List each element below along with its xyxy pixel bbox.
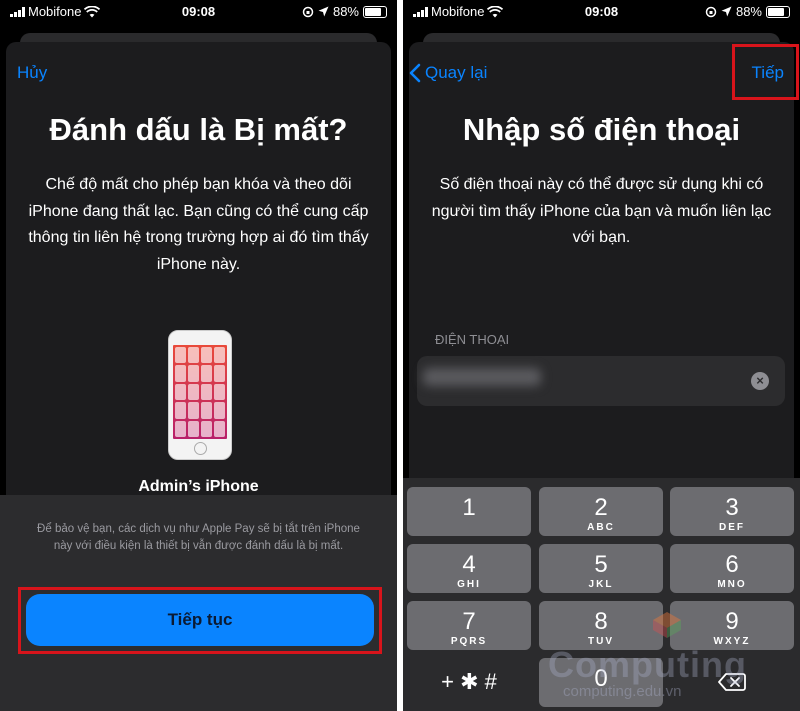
iphone-screen xyxy=(173,345,227,439)
battery-percent: 88% xyxy=(332,4,359,19)
continue-highlight xyxy=(18,587,382,654)
status-right: 88% xyxy=(302,4,387,19)
key-symbols[interactable]: + ✱ # xyxy=(407,658,531,707)
page-title: Nhập số điện thoại xyxy=(462,112,741,147)
key-3[interactable]: 3 DEF xyxy=(670,487,794,536)
description: Số điện thoại này có thể được sử dụng kh… xyxy=(431,176,772,246)
home-button xyxy=(194,442,207,455)
key-6[interactable]: 6 MNO xyxy=(670,544,794,593)
clear-icon[interactable]: × xyxy=(751,372,769,390)
phone-field-label: ĐIỆN THOẠI xyxy=(435,332,510,347)
device-name: Admin’s iPhone xyxy=(138,478,259,495)
key-8[interactable]: 8 TUV xyxy=(539,601,663,650)
status-bar: Mobifone 09:08 88% xyxy=(403,0,800,24)
battery-icon xyxy=(363,5,387,18)
battery-percent: 88% xyxy=(735,4,762,19)
battery-icon xyxy=(766,5,790,18)
rotation-lock-icon xyxy=(705,6,717,17)
back-label: Quay lại xyxy=(425,63,488,82)
location-icon xyxy=(721,6,732,17)
iphone-image xyxy=(168,330,232,460)
key-5[interactable]: 5 JKL xyxy=(539,544,663,593)
watermark-brand: Computing xyxy=(548,644,747,685)
watermark-logo xyxy=(653,612,681,638)
key-2[interactable]: 2 ABC xyxy=(539,487,663,536)
cancel-button[interactable]: Hủy xyxy=(17,63,47,83)
page-title: Đánh dấu là Bị mất? xyxy=(49,112,348,147)
phone-number-screen: Mobifone 09:08 88% Quay lại Tiếp Nhập số… xyxy=(403,0,800,711)
status-right: 88% xyxy=(705,4,790,19)
back-chevron-icon xyxy=(409,63,421,83)
lost-mode-screen: Mobifone 09:08 88% Hủy Đánh dấu là Bị mấ… xyxy=(0,0,397,711)
footnote: Để bảo vệ bạn, các dịch vụ như Apple Pay… xyxy=(37,523,360,552)
location-icon xyxy=(318,6,329,17)
watermark-site: computing.edu.vn xyxy=(563,683,682,700)
next-highlight xyxy=(732,44,799,100)
status-bar: Mobifone 09:08 88% xyxy=(0,0,397,24)
key-4[interactable]: 4 GHI xyxy=(407,544,531,593)
key-1[interactable]: 1 xyxy=(407,487,531,536)
blurred-phone-number xyxy=(423,368,541,386)
phone-input[interactable]: × xyxy=(417,356,785,406)
key-7[interactable]: 7 PQRS xyxy=(407,601,531,650)
key-9[interactable]: 9 WXYZ xyxy=(670,601,794,650)
back-button[interactable]: Quay lại xyxy=(409,63,487,83)
rotation-lock-icon xyxy=(302,6,314,17)
description: Chế độ mất cho phép bạn khóa và theo dõi… xyxy=(28,176,369,273)
